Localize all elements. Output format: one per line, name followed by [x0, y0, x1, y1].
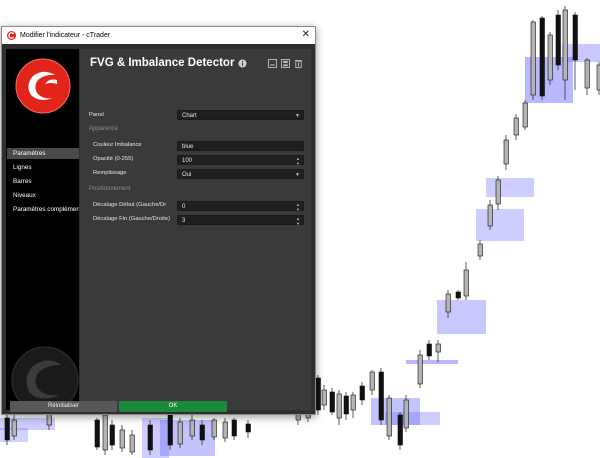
fill-label: Remplissage	[93, 170, 127, 176]
dialog-title: Modifier l'indicateur - cTrader	[20, 32, 111, 39]
spinner-icon[interactable]: ▲ ▼	[296, 216, 300, 226]
sidebar-item-barres[interactable]: Barres	[7, 176, 79, 187]
dialog-titlebar[interactable]: Modifier l'indicateur - cTrader ✕	[2, 27, 315, 44]
imbalance-color-input[interactable]: blue	[177, 141, 304, 151]
candle-body	[403, 399, 409, 429]
candle-body	[189, 419, 195, 437]
candle-body	[435, 343, 441, 353]
candle-body	[102, 414, 108, 451]
candle-body	[572, 14, 578, 61]
candle-body	[539, 17, 545, 97]
end-offset-input[interactable]: 3 ▲ ▼	[177, 215, 304, 226]
candle-body	[445, 293, 451, 313]
section-appearance: Apparence	[89, 126, 119, 132]
imbalance-color-value: blue	[182, 144, 194, 150]
candle-body	[426, 343, 432, 357]
candle-body	[4, 417, 10, 441]
start-offset-label: Décalage Début (Gauche/Dr	[93, 202, 167, 208]
minimize-icon[interactable]	[268, 59, 277, 68]
ok-button[interactable]: OK	[119, 401, 227, 412]
candle-body	[321, 389, 327, 406]
opacity-label: Opacité (0-255)	[93, 156, 134, 162]
save-icon[interactable]	[281, 59, 290, 68]
candle-body	[222, 421, 228, 439]
opacity-value: 100	[182, 158, 193, 164]
candle-body	[417, 354, 423, 385]
candle-body	[378, 371, 384, 421]
panel-value: Chart	[182, 113, 197, 119]
candle-body	[315, 377, 321, 411]
candle-body	[530, 21, 536, 96]
ctrader-logo	[15, 58, 71, 114]
candle-body	[562, 9, 568, 81]
spinner-icon[interactable]: ▲ ▼	[296, 202, 300, 212]
fvg-box	[476, 209, 524, 241]
fvg-box	[142, 418, 169, 458]
fill-select[interactable]: Oui ▼	[177, 169, 304, 179]
candle-body	[555, 14, 561, 66]
spinner-icon[interactable]: ▲ ▼	[296, 156, 300, 166]
candle-body	[147, 424, 153, 451]
fill-value: Oui	[182, 172, 192, 178]
fvg-box	[437, 300, 486, 334]
candle-body	[584, 59, 590, 89]
candle-body	[11, 419, 17, 437]
imbalance-color-label: Couleur Imbalance	[93, 142, 142, 148]
candle-body	[455, 291, 461, 299]
candle-body	[94, 419, 100, 448]
fvg-box	[486, 178, 534, 197]
candle-body	[167, 414, 173, 446]
panel-label: Panel	[89, 112, 104, 118]
candle-body	[119, 429, 125, 449]
candle-body	[211, 419, 217, 438]
end-offset-value: 3	[182, 218, 186, 224]
settings-sidebar: Paramètres Lignes Barres Niveaux Paramèt…	[6, 49, 79, 414]
section-positioning: Positionnement	[89, 186, 131, 192]
candle-body	[547, 34, 553, 81]
start-offset-input[interactable]: 0 ▲ ▼	[177, 201, 304, 212]
candle-body	[487, 204, 493, 227]
settings-panel: FVG & Imbalance Detector Panel Chart ▼ A…	[80, 49, 311, 410]
delete-icon[interactable]	[294, 59, 303, 68]
candle-body	[336, 393, 342, 419]
ctrader-logo-icon	[7, 31, 16, 40]
candle-body	[129, 434, 135, 453]
candle-body	[386, 397, 392, 437]
panel-select[interactable]: Chart ▼	[177, 110, 304, 120]
candle-body	[245, 423, 251, 433]
candle-body	[522, 102, 528, 128]
modify-indicator-dialog: Modifier l'indicateur - cTrader ✕ Paramè…	[1, 26, 316, 415]
candle-body	[359, 385, 365, 401]
chevron-down-icon: ▼	[295, 113, 300, 119]
sidebar-item-parametres[interactable]: Paramètres	[7, 148, 79, 159]
candle-body	[495, 179, 501, 205]
candle-body	[463, 269, 469, 297]
info-icon[interactable]	[238, 59, 247, 68]
sidebar-item-lignes[interactable]: Lignes	[7, 162, 79, 173]
candle-body	[329, 391, 335, 413]
fvg-box	[406, 360, 458, 364]
end-offset-label: Décalage Fin (Gauche/Droite)	[93, 216, 171, 222]
candle-body	[513, 117, 519, 136]
candle-body	[343, 395, 349, 415]
candle-body	[231, 419, 237, 437]
sidebar-item-parametres-complementaires[interactable]: Paramètres complémentaires	[7, 204, 79, 215]
indicator-title: FVG & Imbalance Detector	[90, 57, 235, 69]
candle-body	[477, 243, 483, 257]
chevron-down-icon: ▼	[295, 172, 300, 178]
reset-button[interactable]: Réinitialiser	[10, 401, 117, 412]
fvg-box	[385, 412, 440, 425]
candle-body	[109, 424, 115, 446]
sidebar-item-niveaux[interactable]: Niveaux	[7, 190, 79, 201]
start-offset-value: 0	[182, 204, 186, 210]
candle-body	[350, 394, 356, 411]
candle-body	[369, 371, 375, 391]
candle-body	[397, 414, 403, 446]
candle-body	[177, 421, 183, 445]
candle-body	[199, 424, 205, 441]
close-icon[interactable]: ✕	[302, 29, 310, 41]
candle-body	[503, 139, 509, 165]
opacity-input[interactable]: 100 ▲ ▼	[177, 155, 304, 166]
